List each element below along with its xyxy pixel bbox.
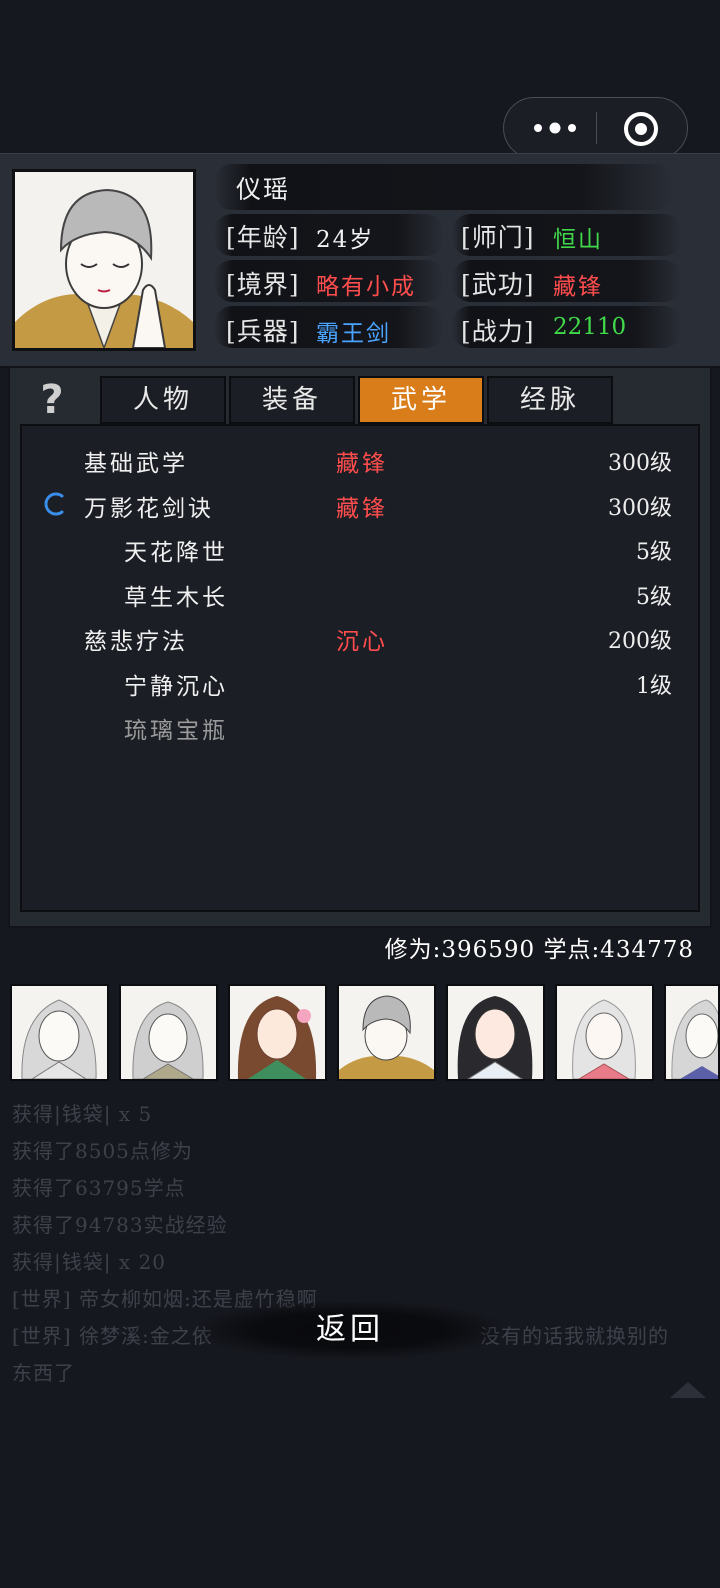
- character-roster: [0, 977, 720, 1097]
- skill-name: 天花降世: [124, 540, 228, 566]
- miniprogram-capsule: [503, 97, 688, 159]
- skill-style: 藏锋: [336, 451, 388, 477]
- skill-row[interactable]: 天花降世 5级: [22, 525, 702, 569]
- loading-spinner-icon: [42, 491, 68, 517]
- character-name: 仪瑶: [236, 175, 291, 204]
- roster-portrait[interactable]: [337, 984, 436, 1081]
- skill-level: 300级: [608, 496, 672, 521]
- skill-level: 1级: [636, 674, 672, 699]
- skill-row[interactable]: 慈悲疗法 沉心 200级: [22, 614, 702, 658]
- age-label: [年龄]: [226, 223, 300, 252]
- log-line: 获得|钱袋| x 5: [12, 1102, 153, 1126]
- power-label: [战力]: [461, 317, 535, 346]
- back-button-label: 返回: [316, 1312, 384, 1347]
- sect-value: 恒山: [553, 227, 603, 253]
- log-line: 获得了94783实战经验: [12, 1213, 228, 1237]
- skill-name: 宁静沉心: [124, 674, 228, 700]
- log-line: 获得了8505点修为: [12, 1139, 193, 1163]
- power-value: 22110: [553, 314, 627, 340]
- tab-meridians[interactable]: 经脉: [487, 376, 613, 424]
- realm-value: 略有小成: [316, 274, 416, 300]
- back-button[interactable]: 返回: [200, 1302, 500, 1358]
- target-circle-icon[interactable]: [622, 110, 660, 148]
- skill-style: 沉心: [336, 629, 388, 655]
- skill-level: 5级: [636, 540, 672, 565]
- skill-level: 200级: [608, 629, 672, 654]
- character-panel: 仪瑶 [年龄] 24岁 [师门] 恒山 [境界] 略有小成 [武功] 藏锋 [兵…: [0, 153, 720, 368]
- weapon-label: [兵器]: [226, 317, 300, 346]
- skill-row[interactable]: 宁静沉心 1级: [22, 659, 702, 703]
- scroll-up-arrow-icon[interactable]: [668, 1378, 708, 1400]
- skill-name: 慈悲疗法: [84, 629, 188, 655]
- cultivation-points: 修为:396590 学点:434778: [384, 937, 694, 963]
- skill-list: 基础武学 藏锋 300级 万影花剑诀 藏锋 300级 天花降世 5级 草生木长 …: [20, 424, 700, 912]
- skills-panel: ? 人物 装备 武学 经脉 基础武学 藏锋 300级 万影花剑诀 藏锋 300级…: [8, 366, 712, 928]
- log-line: 没有的话我就换别的: [480, 1324, 669, 1348]
- roster-portrait[interactable]: [446, 984, 545, 1081]
- realm-label: [境界]: [226, 270, 300, 299]
- weapon-value[interactable]: 霸王剑: [316, 314, 391, 348]
- skill-level: 300级: [608, 451, 672, 476]
- skill-level: 5级: [636, 585, 672, 610]
- skill-name: 基础武学: [84, 451, 188, 477]
- age-value: 24岁: [316, 227, 375, 253]
- log-line: 获得|钱袋| x 20: [12, 1250, 166, 1274]
- more-dots-icon[interactable]: [530, 114, 580, 142]
- log-line: [世界] 徐梦溪:金之依: [12, 1324, 213, 1348]
- skill-row[interactable]: 基础武学 藏锋 300级: [22, 436, 702, 480]
- log-line: 东西了: [12, 1361, 75, 1385]
- roster-portrait[interactable]: [664, 984, 720, 1081]
- skill-name: 琉璃宝瓶: [124, 718, 228, 744]
- tab-martial-arts[interactable]: 武学: [358, 376, 484, 424]
- roster-portrait[interactable]: [228, 984, 327, 1081]
- skill-style: 藏锋: [336, 496, 388, 522]
- capsule-divider: [596, 112, 597, 144]
- roster-portrait[interactable]: [119, 984, 218, 1081]
- help-icon[interactable]: ?: [24, 376, 80, 424]
- martial-label: [武功]: [461, 270, 535, 299]
- roster-portrait[interactable]: [555, 984, 654, 1081]
- skill-row[interactable]: 万影花剑诀 藏锋 300级: [22, 481, 702, 525]
- roster-portrait[interactable]: [10, 984, 109, 1081]
- skill-row[interactable]: 草生木长 5级: [22, 570, 702, 614]
- martial-value: 藏锋: [553, 274, 603, 300]
- tab-character[interactable]: 人物: [100, 376, 226, 424]
- skill-row[interactable]: 琉璃宝瓶: [22, 703, 702, 747]
- skill-name: 万影花剑诀: [84, 496, 214, 522]
- log-line: 获得了63795学点: [12, 1176, 186, 1200]
- character-portrait: [12, 169, 196, 351]
- skill-name: 草生木长: [124, 585, 228, 611]
- tab-equipment[interactable]: 装备: [229, 376, 355, 424]
- sect-label: [师门]: [461, 223, 535, 252]
